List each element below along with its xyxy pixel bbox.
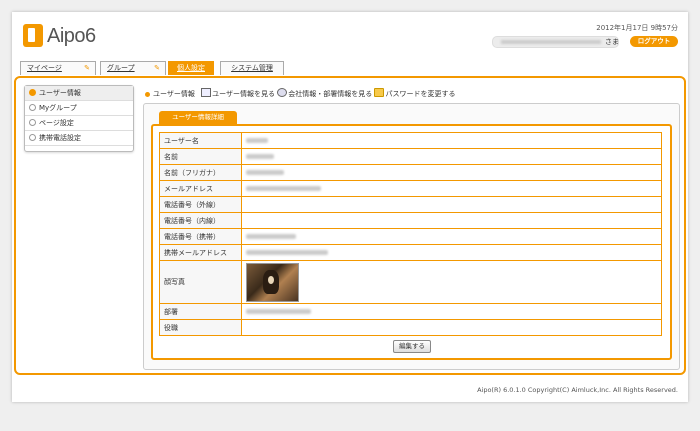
- row-value: [241, 244, 662, 261]
- pin-icon: ✎: [154, 64, 160, 72]
- sidebar-footer: [25, 146, 133, 151]
- table-row: ユーザー名: [159, 132, 662, 149]
- change-password-link[interactable]: パスワードを変更する: [374, 88, 456, 98]
- user-info: さま ログアウト: [478, 36, 678, 48]
- row-label: 役職: [159, 319, 242, 336]
- table-row: 電話番号（外線）: [159, 196, 662, 213]
- table-row: 顔写真: [159, 260, 662, 304]
- aipo-logo-icon: [23, 24, 43, 47]
- current-datetime: 2012年1月17日 9時57分: [596, 24, 678, 32]
- copyright-footer: Aipo(R) 6.0.1.0 Copyright(C) Aimluck,Inc…: [477, 386, 678, 394]
- table-row: 電話番号（内線）: [159, 212, 662, 229]
- row-value: [241, 228, 662, 245]
- row-label: 電話番号（外線）: [159, 196, 242, 213]
- bullet-icon: [29, 104, 36, 111]
- sidebar-item-page-settings[interactable]: ページ設定: [25, 116, 133, 131]
- tab-label: グループ: [107, 64, 135, 72]
- change-password-label: パスワードを変更する: [385, 90, 456, 98]
- sidebar-item-label: Myグループ: [39, 104, 77, 112]
- pin-icon: ✎: [84, 64, 90, 72]
- row-label: 顔写真: [159, 260, 242, 304]
- edit-button[interactable]: 編集する: [393, 340, 431, 353]
- tab-label: マイページ: [27, 64, 62, 72]
- table-row: 役職: [159, 319, 662, 336]
- tab-label: 個人設定: [177, 64, 205, 72]
- row-value: [241, 260, 662, 304]
- user-suffix: さま: [605, 38, 619, 46]
- tab-personal-settings[interactable]: 個人設定: [168, 61, 214, 75]
- user-name-blurred: [492, 36, 619, 48]
- row-value: [241, 148, 662, 165]
- table-row: 携帯メールアドレス: [159, 244, 662, 261]
- lock-icon: [374, 88, 385, 97]
- view-user-info-label: ユーザー情報を見る: [212, 90, 275, 98]
- row-label: メールアドレス: [159, 180, 242, 197]
- bullet-icon: [29, 119, 36, 126]
- user-card-icon: [201, 88, 212, 97]
- table-row: 名前: [159, 148, 662, 165]
- row-label: 名前（フリガナ）: [159, 164, 242, 181]
- row-value: [241, 132, 662, 149]
- row-label: 部署: [159, 303, 242, 320]
- row-label: 電話番号（携帯）: [159, 228, 242, 245]
- aipo-logo-text: Aipo6: [47, 25, 96, 47]
- sidebar-item-mobile-settings[interactable]: 携帯電話設定: [25, 131, 133, 146]
- sidebar-item-label: ページ設定: [39, 119, 74, 127]
- row-value: [241, 164, 662, 181]
- user-detail-panel: ユーザー情報詳細 ユーザー名 名前 名前（フリガナ） メールアドレス 電話番号（…: [143, 103, 680, 370]
- globe-icon: [277, 88, 288, 97]
- row-value: [241, 303, 662, 320]
- view-company-info-link[interactable]: 会社情報・部署情報を見る: [277, 88, 373, 98]
- bullet-icon: [29, 89, 36, 96]
- sidebar-item-label: 携帯電話設定: [39, 134, 81, 142]
- sidebar-item-user-info[interactable]: ユーザー情報: [25, 86, 133, 101]
- app-window: Aipo6 2012年1月17日 9時57分 さま ログアウト マイページ ✎ グ…: [12, 12, 688, 402]
- panel-tab-user-detail[interactable]: ユーザー情報詳細: [159, 111, 237, 124]
- table-row: 部署: [159, 303, 662, 320]
- user-detail-box: ユーザー名 名前 名前（フリガナ） メールアドレス 電話番号（外線） 電話番号（…: [151, 124, 672, 360]
- table-row: メールアドレス: [159, 180, 662, 197]
- main-frame: ユーザー情報 Myグループ ページ設定 携帯電話設定 ユーザー情報 ユーザー情報…: [14, 76, 686, 375]
- logout-button[interactable]: ログアウト: [630, 36, 678, 47]
- sidebar-item-my-group[interactable]: Myグループ: [25, 101, 133, 116]
- row-label: 電話番号（内線）: [159, 212, 242, 229]
- row-label: 携帯メールアドレス: [159, 244, 242, 261]
- table-row: 名前（フリガナ）: [159, 164, 662, 181]
- user-info-table: ユーザー名 名前 名前（フリガナ） メールアドレス 電話番号（外線） 電話番号（…: [159, 132, 662, 336]
- sidebar: ユーザー情報 Myグループ ページ設定 携帯電話設定: [24, 85, 134, 152]
- sidebar-item-label: ユーザー情報: [39, 89, 81, 97]
- row-label: 名前: [159, 148, 242, 165]
- table-row: 電話番号（携帯）: [159, 228, 662, 245]
- tab-label: システム管理: [231, 64, 273, 72]
- row-value: [241, 196, 662, 213]
- bullet-icon: [29, 134, 36, 141]
- row-value: [241, 180, 662, 197]
- row-value: [241, 212, 662, 229]
- view-company-info-label: 会社情報・部署情報を見る: [288, 90, 373, 98]
- row-label: ユーザー名: [159, 132, 242, 149]
- bullet-icon: [145, 92, 150, 97]
- tab-mypage[interactable]: マイページ ✎: [20, 61, 96, 75]
- tab-system-admin[interactable]: システム管理: [220, 61, 284, 75]
- tab-group[interactable]: グループ ✎: [100, 61, 166, 75]
- row-value: [241, 319, 662, 336]
- content-title: ユーザー情報: [153, 90, 195, 98]
- view-user-info-link[interactable]: ユーザー情報を見る: [201, 88, 275, 98]
- content-header: ユーザー情報 ユーザー情報を見る 会社情報・部署情報を見る パスワードを変更する: [145, 88, 455, 99]
- profile-photo: [246, 262, 299, 302]
